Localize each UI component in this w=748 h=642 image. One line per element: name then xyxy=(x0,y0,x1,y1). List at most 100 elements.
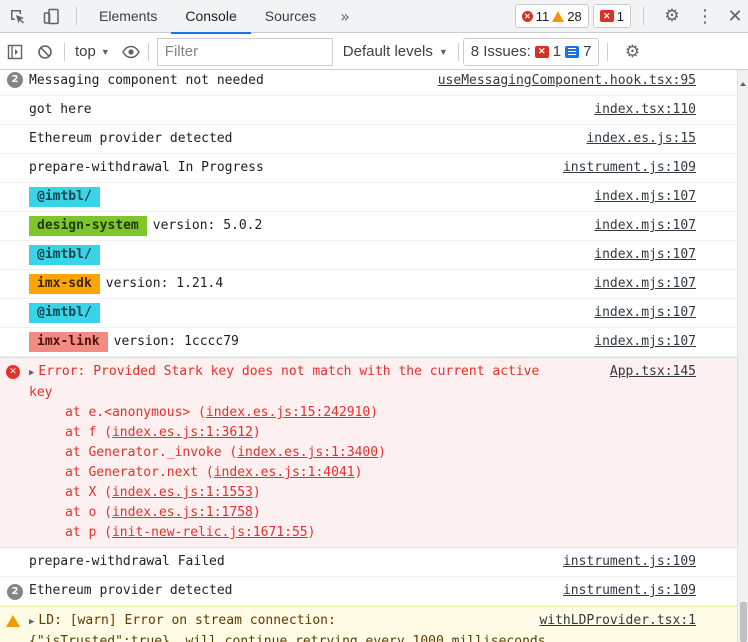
more-tabs-button[interactable]: » xyxy=(330,0,360,33)
error-icon: ✕ xyxy=(521,10,533,22)
context-value: top xyxy=(75,43,96,60)
clear-console-icon[interactable] xyxy=(30,34,60,70)
styled-tag: imx-link xyxy=(29,332,108,352)
issues-red: 1 xyxy=(552,43,562,60)
source-link[interactable]: index.mjs:107 xyxy=(594,187,696,207)
source-link[interactable]: index.mjs:107 xyxy=(594,303,696,323)
console-message: @imtbl/ index.mjs:107 xyxy=(0,299,737,328)
source-link[interactable]: index.mjs:107 xyxy=(594,216,696,236)
issue-info-icon xyxy=(565,45,580,58)
console-message: 2 Messaging component not needed useMess… xyxy=(0,70,737,96)
error-icon: ✕ xyxy=(6,365,20,379)
live-expression-eye-icon[interactable] xyxy=(116,34,146,70)
errors-warnings-badge[interactable]: ✕ 11 28 xyxy=(514,4,589,28)
console-message: prepare-withdrawal Failed instrument.js:… xyxy=(0,548,737,577)
settings-gear-icon[interactable]: ⚙ xyxy=(656,0,688,33)
tab-elements[interactable]: Elements xyxy=(85,0,171,33)
close-devtools-icon[interactable]: ✕ xyxy=(722,0,748,33)
filter-input[interactable] xyxy=(156,37,333,66)
console-toolbar: top ▼ Default levels ▼ 8 Issues: ✕ 1 7 ⚙ xyxy=(0,34,748,70)
issue-error-icon: ✕ xyxy=(599,10,614,22)
device-toolbar-icon[interactable] xyxy=(34,0,68,33)
toolbar-separator xyxy=(64,42,65,61)
log-levels-dropdown[interactable]: Default levels ▼ xyxy=(333,34,458,70)
inspect-element-icon[interactable] xyxy=(0,0,34,33)
message-text: Messaging component not needed xyxy=(29,73,264,88)
stack-link[interactable]: index.es.js:1:3400 xyxy=(237,445,378,460)
show-sidebar-icon[interactable] xyxy=(0,34,30,70)
source-link[interactable]: index.es.js:15 xyxy=(586,129,696,149)
console-scrollbar[interactable] xyxy=(737,70,748,642)
console-message: Ethereum provider detected index.es.js:1… xyxy=(0,125,737,154)
styled-tag: @imtbl/ xyxy=(29,245,100,265)
console-settings-gear-icon[interactable]: ⚙ xyxy=(616,34,648,70)
console-messages: 2 Messaging component not needed useMess… xyxy=(0,70,737,642)
message-text: version: 5.0.2 xyxy=(152,218,263,233)
stack-frame: at X (index.es.js:1:1553) xyxy=(65,485,261,500)
toolbar-separator-4 xyxy=(607,42,609,61)
tab-sources[interactable]: Sources xyxy=(251,0,330,33)
source-link[interactable]: instrument.js:109 xyxy=(563,158,696,178)
message-text: prepare-withdrawal Failed xyxy=(29,554,225,569)
expand-triangle-icon[interactable]: ▶ xyxy=(29,617,34,627)
errors-count: 11 xyxy=(535,8,550,24)
error-text: Error: Provided Stark key does not match… xyxy=(29,364,548,400)
stack-link[interactable]: index.es.js:1:3612 xyxy=(112,425,253,440)
issues-blue: 7 xyxy=(583,43,592,60)
more-options-icon[interactable]: ⋮ xyxy=(692,0,718,33)
source-link[interactable]: App.tsx:145 xyxy=(609,362,696,382)
scroll-up-arrow-icon[interactable] xyxy=(740,82,746,86)
stack-frame: at e.<anonymous> (index.es.js:15:242910) xyxy=(65,405,379,420)
toolbar-separator-2 xyxy=(147,42,149,61)
toolbar-separator-3 xyxy=(457,42,459,61)
stack-link[interactable]: index.es.js:15:242910 xyxy=(206,405,370,420)
stack-frame: at o (index.es.js:1:1758) xyxy=(65,505,261,520)
console-message: got here index.tsx:110 xyxy=(0,96,737,125)
console-warning-message: ▶ LD: [warn] Error on stream connection: … xyxy=(0,606,737,642)
levels-label: Default levels xyxy=(342,43,433,60)
styled-tag: @imtbl/ xyxy=(29,187,100,207)
console-message: @imtbl/ index.mjs:107 xyxy=(0,241,737,270)
stack-frame: at p (init-new-relic.js:1671:55) xyxy=(65,525,316,540)
scroll-thumb[interactable] xyxy=(740,602,747,642)
console-message: prepare-withdrawal In Progress instrumen… xyxy=(0,154,737,183)
stack-link[interactable]: index.es.js:1:1758 xyxy=(112,505,253,520)
warning-icon xyxy=(6,615,20,627)
issues-badge[interactable]: ✕ 1 xyxy=(592,4,631,28)
repeat-count-badge: 2 xyxy=(7,72,23,88)
issues-label: 8 Issues: xyxy=(470,43,531,60)
stack-frame: at f (index.es.js:1:3612) xyxy=(65,425,261,440)
stack-trace: at e.<anonymous> (index.es.js:15:242910)… xyxy=(29,403,547,543)
source-link[interactable]: index.mjs:107 xyxy=(594,245,696,265)
source-link[interactable]: instrument.js:109 xyxy=(563,552,696,572)
source-link[interactable]: index.mjs:107 xyxy=(594,274,696,294)
tab-console[interactable]: Console xyxy=(171,0,252,34)
console-message: imx-link version: 1cccc79 index.mjs:107 xyxy=(0,328,737,357)
console-message: 2 Ethereum provider detected instrument.… xyxy=(0,577,737,606)
devtools-tabbar: Elements Console Sources » ✕ 11 28 ✕ 1 ⚙… xyxy=(0,0,748,34)
issues-red-count: 1 xyxy=(616,8,624,24)
stack-frame: at Generator.next (index.es.js:1:4041) xyxy=(65,465,363,480)
message-text: version: 1.21.4 xyxy=(105,276,224,291)
console-message: @imtbl/ index.mjs:107 xyxy=(0,183,737,212)
warning-icon xyxy=(552,10,565,22)
message-text: Ethereum provider detected xyxy=(29,583,233,598)
issues-button[interactable]: 8 Issues: ✕ 1 7 xyxy=(462,37,600,66)
styled-tag: @imtbl/ xyxy=(29,303,100,323)
stack-link[interactable]: init-new-relic.js:1671:55 xyxy=(112,525,308,540)
source-link[interactable]: index.tsx:110 xyxy=(594,100,696,120)
stack-link[interactable]: index.es.js:1:1553 xyxy=(112,485,253,500)
source-link[interactable]: useMessagingComponent.hook.tsx:95 xyxy=(438,71,696,91)
warnings-count: 28 xyxy=(567,8,582,24)
expand-triangle-icon[interactable]: ▶ xyxy=(29,368,34,378)
message-text: prepare-withdrawal In Progress xyxy=(29,160,264,175)
stack-link[interactable]: index.es.js:1:4041 xyxy=(214,465,355,480)
chevron-down-icon: ▼ xyxy=(100,46,110,57)
console-message: imx-sdk version: 1.21.4 index.mjs:107 xyxy=(0,270,737,299)
source-link[interactable]: instrument.js:109 xyxy=(563,581,696,601)
source-link[interactable]: withLDProvider.tsx:1 xyxy=(539,611,696,631)
source-link[interactable]: index.mjs:107 xyxy=(594,332,696,352)
stack-frame: at Generator._invoke (index.es.js:1:3400… xyxy=(65,445,386,460)
warning-text-line1: LD: [warn] Error on stream connection: xyxy=(38,613,336,628)
context-selector[interactable]: top ▼ xyxy=(69,34,116,70)
